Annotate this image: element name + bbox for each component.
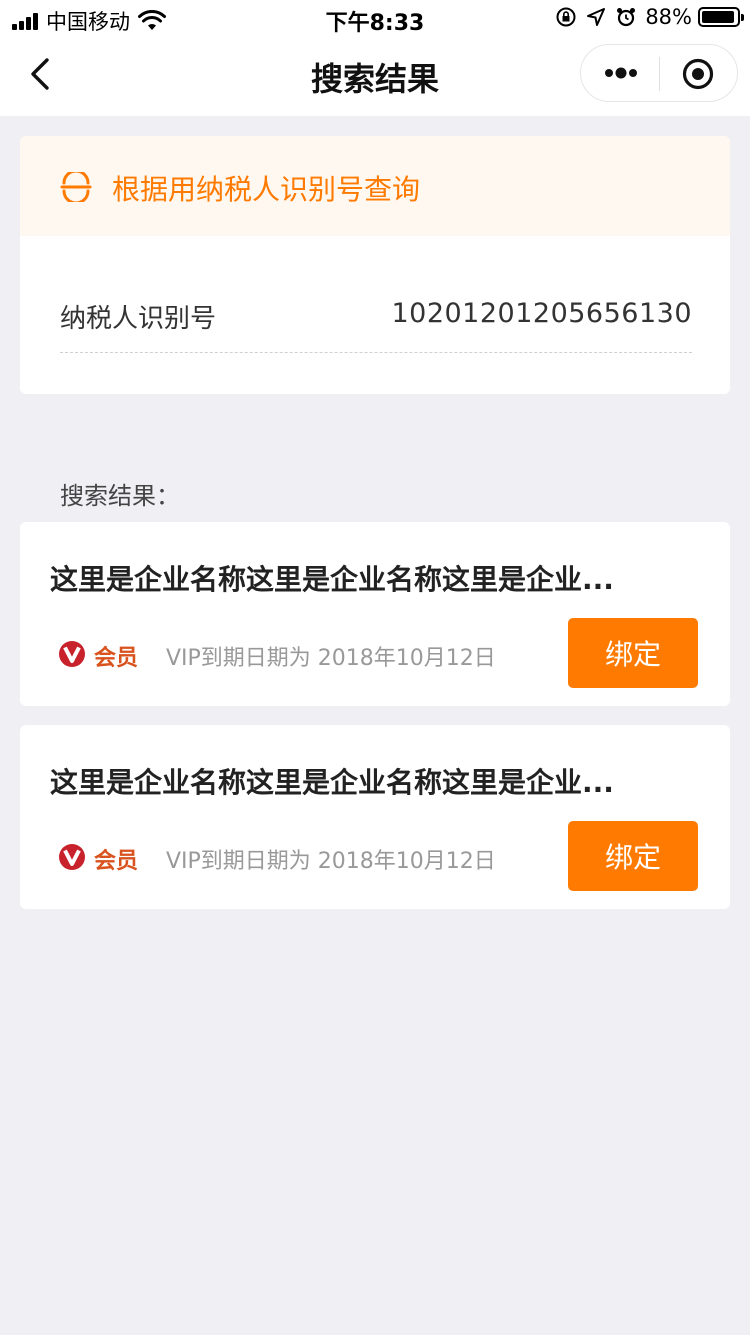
close-target-icon[interactable]	[681, 57, 715, 91]
vip-expiry-text: VIP到期日期为 2018年10月12日	[166, 646, 496, 671]
nav-bar: 搜索结果	[0, 38, 750, 116]
alarm-clock-icon	[617, 8, 636, 27]
query-card: 根据用纳税人识别号查询 纳税人识别号 10201201205656130	[20, 136, 730, 394]
vip-badge-icon	[59, 641, 85, 667]
taxpayer-id-value: 10201201205656130	[391, 298, 692, 329]
battery-percent: 88%	[645, 5, 692, 29]
location-arrow-icon	[587, 8, 606, 26]
bind-button[interactable]: 绑定	[568, 821, 698, 891]
dashed-divider	[60, 352, 692, 353]
more-dots-icon[interactable]	[603, 59, 639, 87]
bind-button[interactable]: 绑定	[568, 618, 698, 688]
search-by-id-icon	[60, 172, 92, 202]
mini-program-capsule	[580, 44, 738, 102]
results-label: 搜索结果：	[60, 482, 180, 510]
vip-badge-icon	[59, 844, 85, 870]
result-card: 这里是企业名称这里是企业名称这里是企业... 会员 VIP到期日期为 2018年…	[20, 522, 730, 706]
capsule-divider	[659, 57, 660, 91]
query-heading: 根据用纳税人识别号查询	[112, 173, 421, 206]
battery-icon	[698, 7, 744, 27]
taxpayer-id-label: 纳税人识别号	[60, 304, 217, 334]
result-card: 这里是企业名称这里是企业名称这里是企业... 会员 VIP到期日期为 2018年…	[20, 725, 730, 909]
query-header: 根据用纳税人识别号查询	[20, 136, 730, 236]
status-right: 88%	[555, 5, 744, 29]
member-label: 会员	[94, 849, 139, 874]
company-name[interactable]: 这里是企业名称这里是企业名称这里是企业...	[50, 558, 670, 598]
rotation-lock-icon	[556, 7, 576, 27]
member-label: 会员	[94, 646, 139, 671]
vip-expiry-text: VIP到期日期为 2018年10月12日	[166, 849, 496, 874]
status-bar: 中国移动 下午8:33 88%	[0, 0, 750, 38]
company-name[interactable]: 这里是企业名称这里是企业名称这里是企业...	[50, 761, 670, 801]
